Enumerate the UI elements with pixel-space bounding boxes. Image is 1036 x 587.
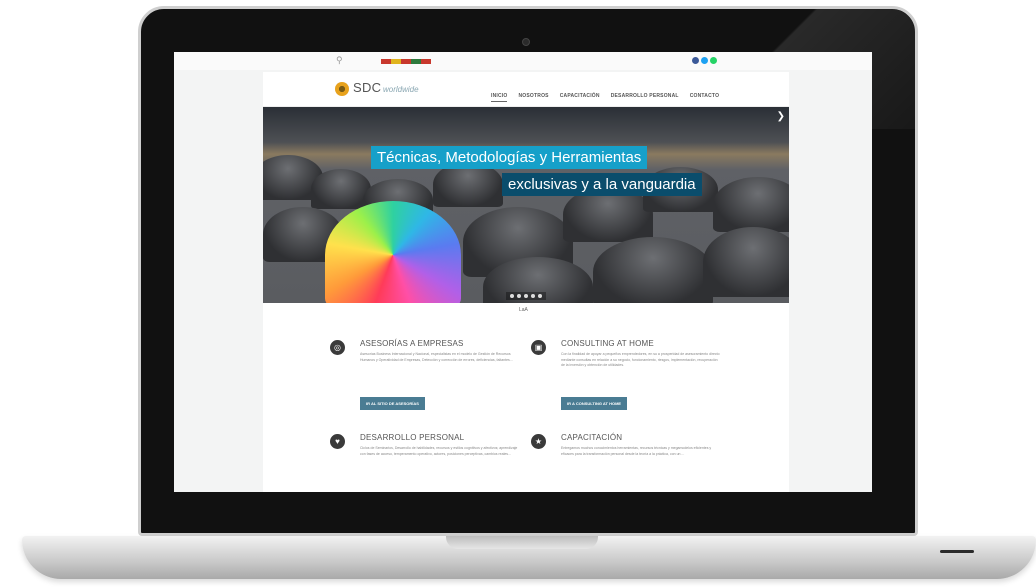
slide-dot[interactable] bbox=[510, 294, 514, 298]
brand-name[interactable]: SDC bbox=[353, 80, 381, 95]
slide-pager bbox=[506, 292, 546, 300]
hero-slider: Técnicas, Metodologías y Herramientas ex… bbox=[263, 107, 789, 303]
service-description: Entregamos muchos conocimientos herramie… bbox=[561, 446, 712, 456]
umbrella bbox=[713, 177, 789, 232]
service-title: CONSULTING AT HOME bbox=[561, 339, 654, 348]
star-icon: ★ bbox=[531, 434, 546, 449]
hero-headline: Técnicas, Metodologías y Herramientas bbox=[371, 146, 648, 169]
laptop-slot bbox=[940, 550, 974, 553]
laptop-notch bbox=[446, 536, 598, 549]
cart-icon: ▣ bbox=[531, 340, 546, 355]
slide-dot[interactable] bbox=[524, 294, 528, 298]
site-header: SDC worldwide INICIO NOSOTROS CAPACITACI… bbox=[263, 72, 789, 107]
consulting-button[interactable]: IR A CONSULTING AT HOME bbox=[561, 397, 628, 410]
umbrella bbox=[703, 227, 789, 297]
globe-icon: ◎ bbox=[330, 340, 345, 355]
whatsapp-icon[interactable] bbox=[710, 57, 717, 64]
twitter-icon[interactable] bbox=[701, 57, 708, 64]
nav-desarrollo-personal[interactable]: DESARROLLO PERSONAL bbox=[611, 93, 679, 102]
nav-contacto[interactable]: CONTACTO bbox=[690, 93, 719, 102]
umbrella bbox=[593, 237, 713, 303]
brand-subtitle: worldwide bbox=[383, 85, 419, 94]
service-title: ASESORÍAS A EMPRESAS bbox=[360, 339, 464, 348]
laptop-screen: ⚲ SDC worldwide INICIO NOSOTROS CAPACITA… bbox=[174, 52, 872, 492]
utility-bar: ⚲ bbox=[174, 52, 872, 70]
asesorias-button[interactable]: IR AL SITIO DE ASESORÍAS bbox=[360, 397, 425, 410]
website-page: SDC worldwide INICIO NOSOTROS CAPACITACI… bbox=[263, 72, 789, 492]
nav-nosotros[interactable]: NOSOTROS bbox=[518, 93, 548, 102]
social-links bbox=[692, 57, 717, 64]
nav-inicio[interactable]: INICIO bbox=[491, 93, 508, 102]
search-icon[interactable]: ⚲ bbox=[336, 55, 343, 66]
hero-subheadline: exclusivas y a la vanguardia bbox=[502, 173, 702, 196]
nav-capacitacion[interactable]: CAPACITACIÓN bbox=[560, 93, 600, 102]
slide-dot[interactable] bbox=[538, 294, 542, 298]
facebook-icon[interactable] bbox=[692, 57, 699, 64]
service-description: Asesorías Business Internacional y Nacio… bbox=[360, 352, 513, 362]
umbrella bbox=[311, 169, 371, 209]
service-title: CAPACITACIÓN bbox=[561, 433, 623, 442]
section-label: LaA bbox=[519, 307, 528, 313]
language-flags[interactable] bbox=[381, 59, 431, 64]
heart-icon: ♥ bbox=[330, 434, 345, 449]
rainbow-umbrella bbox=[325, 201, 461, 303]
service-description: Con la finalidad de apoyar a pequeños em… bbox=[561, 352, 720, 368]
service-description: Ciclos de Seminarios, Desarrollo de habi… bbox=[360, 446, 518, 456]
main-nav: INICIO NOSOTROS CAPACITACIÓN DESARROLLO … bbox=[491, 93, 719, 102]
next-slide-icon[interactable]: ❯ bbox=[777, 111, 785, 122]
service-title: DESARROLLO PERSONAL bbox=[360, 433, 465, 442]
sun-logo-icon[interactable] bbox=[335, 82, 349, 96]
camera-dot bbox=[522, 38, 530, 46]
slide-dot[interactable] bbox=[531, 294, 535, 298]
slide-dot[interactable] bbox=[517, 294, 521, 298]
